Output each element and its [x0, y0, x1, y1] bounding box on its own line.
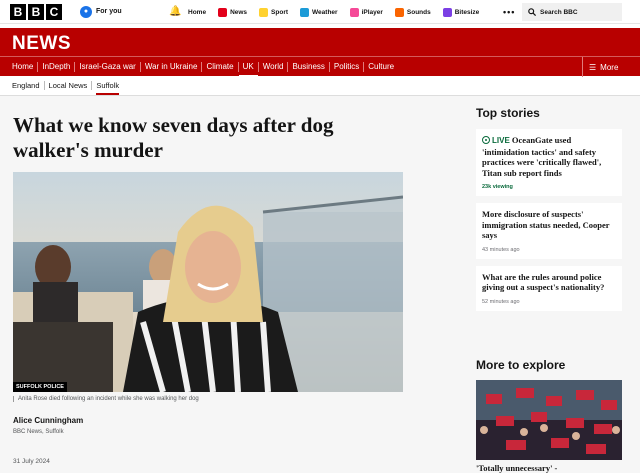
section-nav: Home InDepth Israel-Gaza war War in Ukra… [0, 56, 640, 77]
explore-caption[interactable]: 'Totally unnecessary' - [476, 463, 557, 473]
article-headline: What we know seven days after dog walker… [13, 113, 334, 162]
nav-iplayer[interactable]: iPlayer [349, 7, 383, 17]
logo-letter-b2: B [28, 3, 44, 20]
story-meta: 23k viewing [482, 184, 513, 190]
news-brand-bar: NEWS [0, 24, 640, 56]
top-stories-heading: Top stories [476, 106, 540, 120]
top-stories: Top stories LIVE OceanGate used 'intimid… [476, 106, 622, 318]
section-indepth[interactable]: InDepth [38, 61, 76, 72]
nav-home[interactable]: Home [188, 9, 206, 16]
global-nav: Home News Sport Weather iPlayer Sounds B… [188, 0, 479, 24]
nav-weather-label: Weather [312, 8, 338, 16]
hamburger-icon: ☰ [589, 62, 597, 72]
live-label: LIVE [492, 136, 510, 145]
search-box[interactable]: Search BBC [522, 3, 622, 21]
more-to-explore-heading: More to explore [476, 358, 566, 372]
nav-news-label: News [230, 8, 248, 16]
author-name: Alice Cunningham [13, 416, 84, 425]
nav-bitesize[interactable]: Bitesize [442, 7, 480, 17]
article-photo: SUFFOLK POLICE [13, 172, 403, 392]
story-title: More disclosure of suspects' immigration… [482, 209, 610, 240]
story-meta: 43 minutes ago [482, 246, 520, 253]
image-caption: Anita Rose died following an incident wh… [13, 396, 199, 402]
logo-letter-b1: B [10, 3, 26, 20]
notifications-bell-icon[interactable]: 🔔 [169, 6, 181, 17]
section-culture[interactable]: Culture [364, 62, 398, 72]
nav-news[interactable]: News [218, 7, 248, 17]
story-card[interactable]: More disclosure of suspects' immigration… [476, 203, 622, 259]
nav-iplayer-label: iPlayer [361, 8, 383, 16]
subnav-suffolk[interactable]: Suffolk [92, 81, 123, 95]
author-role: BBC News, Suffolk [13, 429, 64, 435]
sounds-icon [394, 7, 404, 17]
nav-sport-label: Sport [271, 8, 289, 16]
for-you-label: For you [96, 8, 122, 15]
nav-bitesize-label: Bitesize [454, 8, 480, 16]
nav-sounds[interactable]: Sounds [394, 7, 431, 17]
sections-more-button[interactable]: ☰ More [582, 57, 618, 77]
photo-illustration [13, 172, 403, 392]
search-label: Search BBC [540, 8, 578, 16]
bbc-logo[interactable]: B B C [10, 3, 62, 20]
more-menu-icon[interactable]: ••• [503, 7, 515, 17]
sections-more-label: More [600, 62, 619, 72]
for-you-button[interactable]: ● For you [80, 5, 122, 18]
section-ukraine[interactable]: War in Ukraine [141, 61, 203, 72]
section-politics[interactable]: Politics [330, 61, 365, 72]
account-icon: ● [80, 5, 92, 18]
section-world[interactable]: World [259, 61, 289, 72]
explore-image[interactable] [476, 380, 622, 460]
nav-sounds-label: Sounds [406, 8, 431, 16]
image-credit-badge: SUFFOLK POLICE [13, 382, 67, 392]
search-icon [528, 8, 536, 16]
sport-icon [259, 7, 269, 17]
story-card[interactable]: LIVE OceanGate used 'intimidation tactic… [476, 129, 622, 196]
weather-icon [300, 7, 310, 17]
story-title: LIVE OceanGate used 'intimidation tactic… [482, 135, 616, 178]
news-wordmark[interactable]: NEWS [12, 33, 71, 54]
subnav-local-news[interactable]: Local News [45, 81, 93, 90]
protest-photo [476, 380, 622, 460]
iplayer-icon [349, 7, 359, 17]
breadcrumb: England Local News Suffolk [0, 76, 640, 96]
section-home[interactable]: Home [12, 61, 39, 72]
logo-letter-c: C [46, 3, 62, 20]
live-icon [482, 136, 490, 144]
section-uk[interactable]: UK [238, 61, 259, 77]
article: What we know seven days after dog walker… [13, 113, 405, 465]
story-meta: 52 minutes ago [482, 298, 520, 305]
story-card[interactable]: What are the rules around police giving … [476, 265, 622, 311]
section-israel-gaza[interactable]: Israel-Gaza war [75, 61, 141, 72]
bitesize-icon [442, 7, 452, 17]
nav-sport[interactable]: Sport [259, 7, 289, 17]
publish-date: 31 July 2024 [13, 458, 50, 465]
subnav-england[interactable]: England [12, 81, 45, 90]
nav-home-label: Home [188, 8, 207, 16]
nav-weather[interactable]: Weather [300, 7, 338, 17]
section-climate[interactable]: Climate [202, 61, 239, 72]
section-business[interactable]: Business [288, 61, 330, 72]
news-icon [218, 7, 228, 17]
story-title: What are the rules around police giving … [482, 271, 605, 293]
global-header: B B C ● For you 🔔 Home News Sport Weathe… [0, 0, 640, 24]
